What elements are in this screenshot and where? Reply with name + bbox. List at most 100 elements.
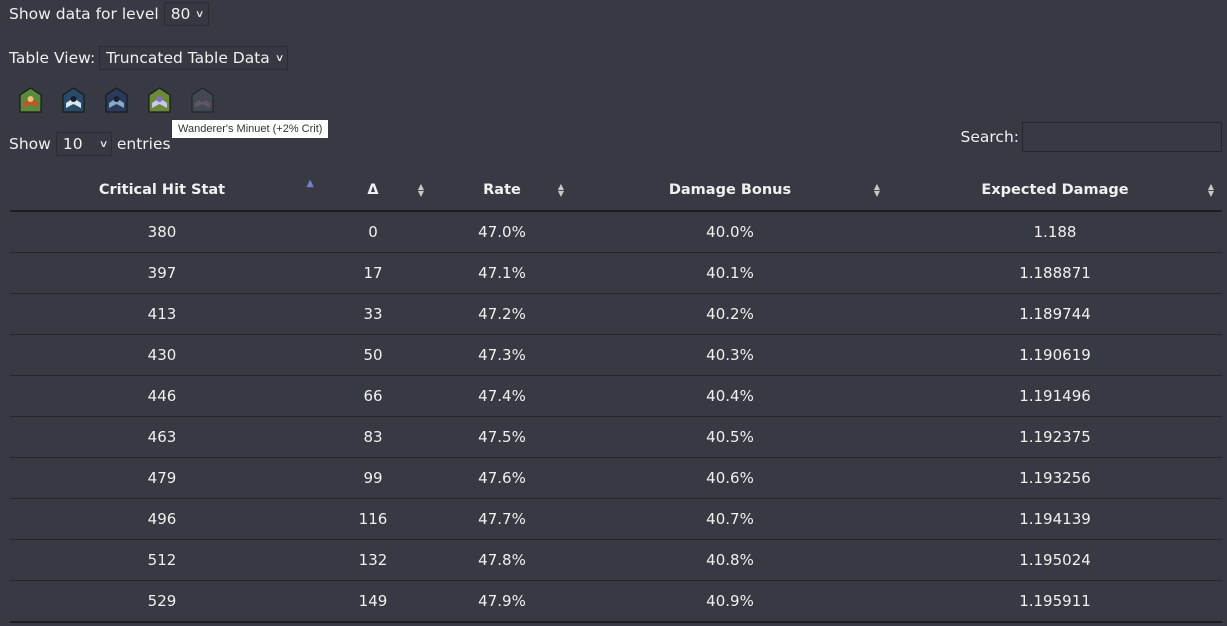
table-cell: 1.192375: [888, 416, 1222, 458]
buff-4-icon[interactable]: [148, 87, 171, 113]
table-cell: 529: [10, 580, 314, 623]
chevron-down-icon: ∨: [98, 138, 108, 150]
table-view-label: Table View:: [9, 49, 96, 67]
column-header[interactable]: Damage Bonus ▲ ▼: [572, 170, 888, 212]
table-cell: 0: [314, 211, 432, 253]
sort-both-icon: ▲ ▼: [1207, 182, 1214, 198]
column-header[interactable]: Δ ▲ ▼: [314, 170, 432, 212]
table-cell: 1.188: [888, 211, 1222, 253]
table-cell: 1.191496: [888, 375, 1222, 417]
search-label: Search:: [960, 128, 1019, 146]
entries-value: 10: [62, 135, 83, 153]
table-cell: 1.195911: [888, 580, 1222, 623]
table-row: 496 116 47.7% 40.7% 1.194139: [10, 498, 1222, 540]
column-header[interactable]: Expected Damage ▲ ▼: [888, 170, 1222, 212]
table-cell: 47.2%: [432, 293, 572, 335]
table-cell: 446: [10, 375, 314, 417]
data-table: Critical Hit Stat ▲ Δ ▲ ▼ Rate ▲ ▼ Damage Bonus ▲…: [10, 170, 1222, 623]
table-cell: 47.0%: [432, 211, 572, 253]
entries-suffix: entries: [116, 135, 171, 153]
table-cell: 47.7%: [432, 498, 572, 540]
table-cell: 40.1%: [572, 252, 888, 294]
table-cell: 33: [314, 293, 432, 335]
table-cell: 397: [10, 252, 314, 294]
level-value: 80: [170, 5, 191, 23]
table-cell: 47.1%: [432, 252, 572, 294]
table-cell: 47.5%: [432, 416, 572, 458]
table-cell: 83: [314, 416, 432, 458]
table-cell: 47.9%: [432, 580, 572, 623]
table-row: 430 50 47.3% 40.3% 1.190619: [10, 334, 1222, 376]
table-cell: 47.6%: [432, 457, 572, 499]
table-view-control: Table View: Truncated Table Data ∨: [9, 46, 289, 70]
column-header-label: Critical Hit Stat: [98, 182, 226, 198]
table-cell: 1.190619: [888, 334, 1222, 376]
sort-asc-icon: ▲: [306, 178, 314, 189]
search-input[interactable]: [1022, 122, 1222, 152]
table-cell: 149: [314, 580, 432, 623]
buff-2-icon[interactable]: [62, 87, 85, 113]
table-cell: 47.3%: [432, 334, 572, 376]
table-cell: 1.193256: [888, 457, 1222, 499]
chevron-down-icon: ∨: [274, 52, 285, 64]
search-control: Search:: [961, 122, 1222, 152]
column-header-label: Δ: [367, 182, 379, 198]
show-label: Show: [9, 135, 51, 153]
table-cell: 40.6%: [572, 457, 888, 499]
chevron-down-icon: ∨: [195, 8, 205, 20]
table-cell: 1.189744: [888, 293, 1222, 335]
column-header[interactable]: Rate ▲ ▼: [432, 170, 572, 212]
wanderers-minuet-icon[interactable]: [191, 87, 214, 113]
table-cell: 66: [314, 375, 432, 417]
table-header-row: Critical Hit Stat ▲ Δ ▲ ▼ Rate ▲ ▼ Damage Bonus ▲…: [10, 170, 1222, 212]
table-cell: 380: [10, 211, 314, 253]
table-cell: 40.3%: [572, 334, 888, 376]
table-cell: 116: [314, 498, 432, 540]
table-cell: 40.9%: [572, 580, 888, 623]
table-cell: 512: [10, 539, 314, 581]
column-header-label: Damage Bonus: [668, 182, 792, 198]
sort-both-icon: ▲ ▼: [417, 182, 424, 198]
table-cell: 47.8%: [432, 539, 572, 581]
table-cell: 496: [10, 498, 314, 540]
table-cell: 430: [10, 334, 314, 376]
table-cell: 479: [10, 457, 314, 499]
table-row: 397 17 47.1% 40.1% 1.188871: [10, 252, 1222, 294]
table-cell: 413: [10, 293, 314, 335]
level-control: Show data for level 80 ∨: [9, 2, 209, 26]
sort-both-icon: ▲ ▼: [873, 182, 880, 198]
table-cell: 40.0%: [572, 211, 888, 253]
column-header[interactable]: Critical Hit Stat ▲: [10, 170, 314, 212]
table-cell: 50: [314, 334, 432, 376]
entries-select[interactable]: 10 ∨: [55, 132, 112, 156]
table-view-value: Truncated Table Data: [106, 49, 270, 67]
table-cell: 40.7%: [572, 498, 888, 540]
level-select[interactable]: 80 ∨: [163, 2, 209, 26]
buff-3-icon[interactable]: [105, 87, 128, 113]
table-cell: 47.4%: [432, 375, 572, 417]
table-cell: 1.194139: [888, 498, 1222, 540]
tooltip: Wanderer's Minuet (+2% Crit): [172, 120, 329, 138]
table-cell: 40.8%: [572, 539, 888, 581]
entries-control: Show 10 ∨ entries: [9, 132, 171, 156]
table-cell: 1.188871: [888, 252, 1222, 294]
table-row: 380 0 47.0% 40.0% 1.188: [10, 211, 1222, 253]
table-cell: 132: [314, 539, 432, 581]
table-cell: 1.195024: [888, 539, 1222, 581]
table-row: 413 33 47.2% 40.2% 1.189744: [10, 293, 1222, 335]
table-cell: 40.5%: [572, 416, 888, 458]
buff-icons: [19, 87, 214, 113]
table-row: 479 99 47.6% 40.6% 1.193256: [10, 457, 1222, 499]
table-row: 446 66 47.4% 40.4% 1.191496: [10, 375, 1222, 417]
table-cell: 40.4%: [572, 375, 888, 417]
table-body: 380 0 47.0% 40.0% 1.188 397 17 47.1% 40.1% 1.1888…: [10, 211, 1222, 623]
buff-1-icon[interactable]: [19, 87, 42, 113]
table-row: 463 83 47.5% 40.5% 1.192375: [10, 416, 1222, 458]
table-view-select[interactable]: Truncated Table Data ∨: [99, 46, 289, 70]
table-row: 529 149 47.9% 40.9% 1.195911: [10, 580, 1222, 623]
level-label: Show data for level: [9, 5, 159, 23]
table-cell: 99: [314, 457, 432, 499]
table-row: 512 132 47.8% 40.8% 1.195024: [10, 539, 1222, 581]
table-cell: 463: [10, 416, 314, 458]
column-header-label: Rate: [483, 182, 521, 198]
